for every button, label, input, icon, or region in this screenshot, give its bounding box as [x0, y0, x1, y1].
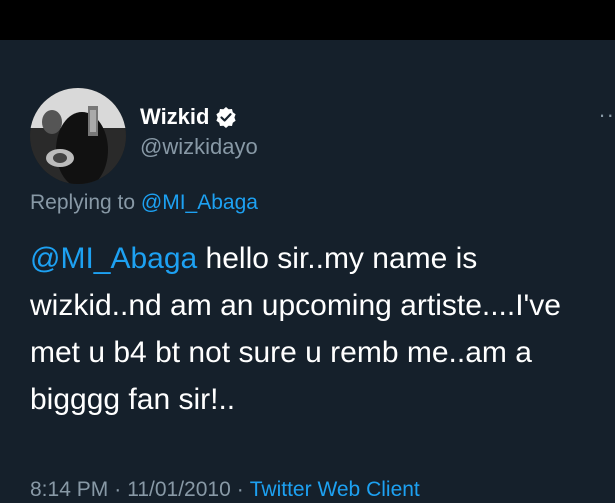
- display-name[interactable]: Wizkid: [140, 104, 209, 130]
- tweet-date[interactable]: 11/01/2010: [127, 478, 231, 501]
- top-bar: [0, 0, 615, 40]
- reply-prefix: Replying to: [30, 191, 141, 214]
- more-options-icon[interactable]: ··: [598, 104, 615, 126]
- tweet-text: @MI_Abaga hello sir..my name is wizkid..…: [30, 235, 590, 423]
- verified-badge-icon: [215, 106, 237, 128]
- author-handle[interactable]: @wizkidayo: [140, 134, 258, 160]
- tweet-metadata: 8:14 PM · 11/01/2010 · Twitter Web Client: [30, 477, 420, 503]
- avatar[interactable]: [30, 88, 126, 184]
- meta-separator: ·: [114, 478, 122, 501]
- reply-context: Replying to @MI_Abaga: [30, 190, 258, 216]
- author-name-row[interactable]: Wizkid: [140, 102, 237, 132]
- tweet-mention-link[interactable]: @MI_Abaga: [30, 242, 197, 275]
- tweet-card: Wizkid @wizkidayo ·· Replying to @MI_Aba…: [0, 40, 615, 501]
- reply-mention-link[interactable]: @MI_Abaga: [141, 191, 258, 214]
- tweet-time[interactable]: 8:14 PM: [30, 478, 108, 501]
- tweet-client-link[interactable]: Twitter Web Client: [250, 478, 420, 501]
- meta-separator: ·: [236, 478, 244, 501]
